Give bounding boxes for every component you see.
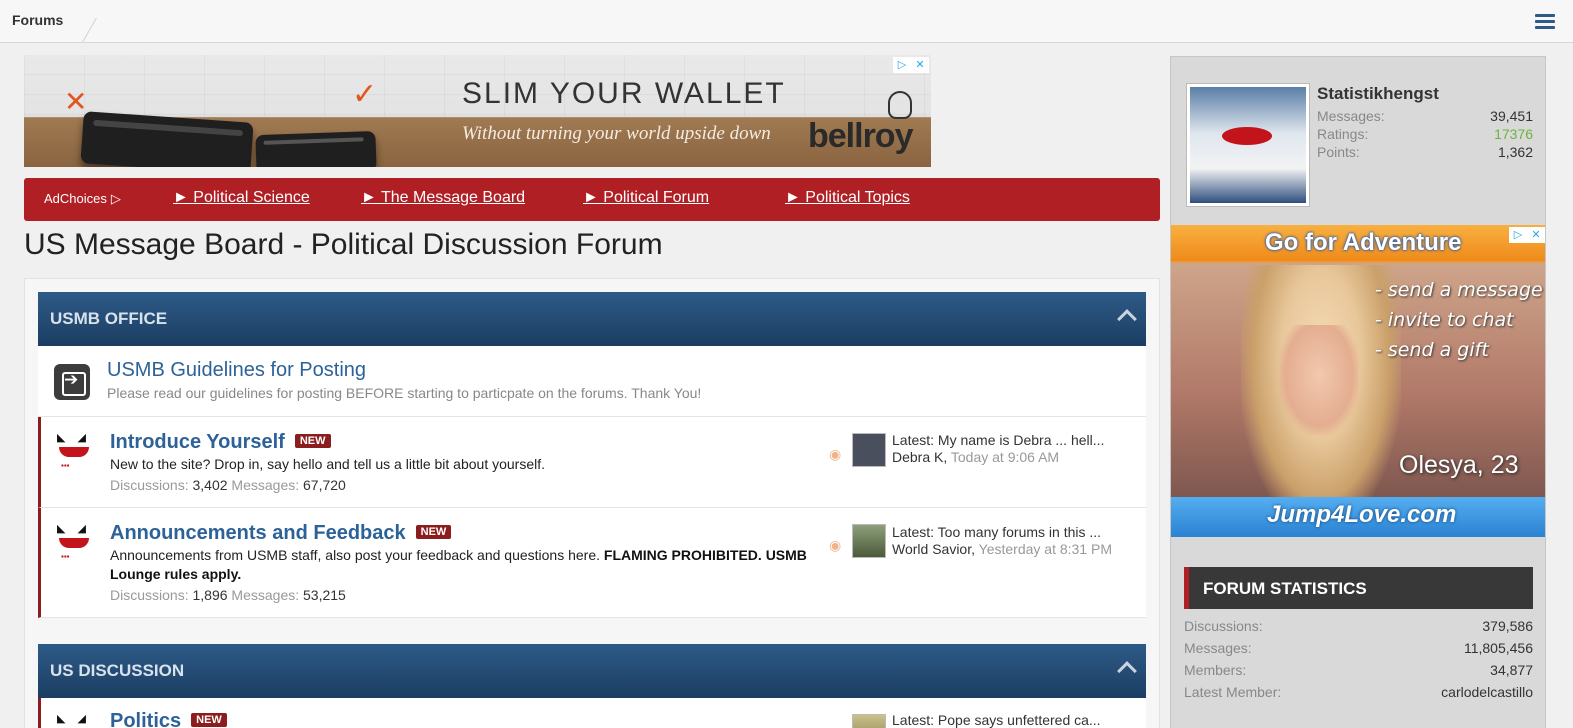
ad-site-name: Jump4Love.com (1267, 501, 1457, 528)
link-bar: AdChoices ▷ ► Political Science ► The Mes… (24, 178, 1160, 221)
new-badge: NEW (415, 525, 452, 539)
link-forum-icon (54, 364, 90, 400)
adchoices-icon: ▷ (110, 191, 121, 206)
user-name[interactable]: Statistikhengst (1317, 84, 1439, 104)
hamburger-menu-icon[interactable] (1535, 14, 1555, 30)
user-stat-ratings: Ratings: 17376 (1317, 126, 1533, 142)
nav-link-political-topics[interactable]: ► Political Topics (785, 189, 910, 207)
stat-messages: Messages: 11,805,456 (1184, 640, 1533, 656)
forum-description: Announcements from USMB staff, also post… (110, 547, 807, 582)
sidebar-ad[interactable]: Go for Adventure - send a message - invi… (1171, 225, 1545, 537)
ad-brand-logo: bellroy (808, 117, 913, 155)
nav-link-message-board[interactable]: ► The Message Board (361, 189, 525, 207)
ad-line: - send a message (1375, 279, 1543, 301)
new-badge: NEW (294, 434, 331, 448)
breadcrumb-separator (69, 18, 97, 42)
joker-forum-icon: ◣◢ ▪▪▪ (57, 432, 98, 470)
ad-line: - invite to chat (1375, 309, 1514, 331)
stat-latest-member: Latest Member: carlodelcastillo (1184, 684, 1533, 700)
latest-poster-avatar[interactable] (852, 714, 886, 728)
ad-profile-name: Olesya, 23 (1399, 451, 1519, 479)
forum-description: New to the site? Drop in, say hello and … (110, 456, 546, 472)
thick-wallet-image (80, 111, 254, 167)
forum-description: Please read our guidelines for posting B… (107, 385, 702, 401)
adchoices-flag[interactable]: ▷ ✕ (893, 57, 929, 73)
forum-statistics-header: FORUM STATISTICS (1184, 567, 1533, 609)
sidebar: Statistikhengst Messages: 39,451 Ratings:… (1170, 56, 1546, 728)
forum-row-guidelines: USMB Guidelines for Posting Please read … (38, 346, 1146, 417)
ad-model-face (1279, 325, 1359, 435)
nav-link-political-science[interactable]: ► Political Science (173, 189, 310, 207)
forum-row-introduce-yourself: ◣◢ ▪▪▪ Introduce Yourself NEW New to the s… (38, 417, 1146, 508)
top-navigation-bar: Forums (0, 0, 1573, 43)
ad-headline: SLIM YOUR WALLET (462, 77, 786, 110)
forum-title-politics[interactable]: Politics NEW (110, 710, 227, 728)
nav-link-political-forum[interactable]: ► Political Forum (583, 189, 709, 207)
breadcrumb-forums[interactable]: Forums (12, 12, 63, 28)
cross-mark-icon: ✕ (64, 86, 88, 117)
latest-poster-avatar[interactable] (852, 433, 886, 467)
latest-post-title[interactable]: Latest: My name is Debra ... hell... (892, 432, 1104, 448)
page-title: US Message Board - Political Discussion … (24, 228, 663, 261)
forum-stats: Discussions: 3,402 Messages: 67,720 (110, 477, 346, 493)
rss-feed-icon[interactable]: ◉ (829, 538, 843, 552)
joker-forum-icon: ◣◢ ▪▪▪ (57, 523, 98, 561)
forum-row-announcements: ◣◢ ▪▪▪ Announcements and Feedback NEW Anno… (38, 508, 1146, 618)
adchoices-play-icon: ▷ (1513, 229, 1523, 241)
latest-post-time: Yesterday at 8:31 PM (978, 541, 1112, 557)
ad-close-icon[interactable]: ✕ (1527, 227, 1545, 243)
adchoices-play-icon: ▷ (897, 59, 907, 71)
latest-post-meta: World Savior, Yesterday at 8:31 PM (892, 541, 1112, 557)
stat-discussions: Discussions: 379,586 (1184, 618, 1533, 634)
latest-member-link[interactable]: carlodelcastillo (1441, 684, 1533, 700)
latest-post-meta: Debra K, Today at 9:06 AM (892, 449, 1059, 465)
forum-title-introduce-yourself[interactable]: Introduce Yourself NEW (110, 431, 331, 454)
joker-forum-icon: ◣◢ (57, 713, 98, 725)
category-header-usmb-office[interactable]: USMB OFFICE (38, 292, 1146, 346)
ad-headline: Go for Adventure (1265, 229, 1462, 256)
slim-wallet-image (255, 130, 377, 167)
forum-title-guidelines[interactable]: USMB Guidelines for Posting (107, 359, 366, 382)
category-header-us-discussion[interactable]: US DISCUSSION (38, 644, 1146, 698)
forum-stats: Discussions: 1,896 Messages: 53,215 (110, 587, 346, 603)
ad-line: - send a gift (1375, 339, 1489, 361)
adchoices-link[interactable]: AdChoices ▷ (44, 191, 121, 207)
latest-poster-name[interactable]: World Savior, (892, 541, 975, 557)
adchoices-flag[interactable]: ▷ ✕ (1509, 227, 1545, 243)
owl-logo-icon (888, 91, 912, 119)
category-title[interactable]: US DISCUSSION (50, 661, 184, 681)
check-mark-icon: ✓ (352, 78, 378, 111)
stat-members: Members: 34,877 (1184, 662, 1533, 678)
ad-subline: Without turning your world upside down (462, 123, 771, 144)
collapse-chevron-icon[interactable] (1117, 309, 1137, 329)
new-badge: NEW (191, 713, 227, 727)
user-stat-points: Points: 1,362 (1317, 144, 1533, 160)
banner-ad[interactable]: ✕ ✓ SLIM YOUR WALLET Without turning you… (24, 55, 931, 167)
ad-close-icon[interactable]: ✕ (911, 57, 929, 73)
forum-title-announcements[interactable]: Announcements and Feedback NEW (110, 522, 452, 545)
latest-post-title[interactable]: Latest: Too many forums in this ... (892, 524, 1101, 540)
latest-post-time: Today at 9:06 AM (950, 449, 1060, 465)
forum-row-politics: ◣◢ Politics NEW Latest: Pope says unfette… (38, 698, 1146, 728)
user-stat-messages: Messages: 39,451 (1317, 108, 1533, 124)
user-avatar[interactable] (1186, 83, 1310, 207)
latest-poster-name[interactable]: Debra K, (892, 449, 947, 465)
category-title[interactable]: USMB OFFICE (50, 309, 167, 329)
latest-poster-avatar[interactable] (852, 524, 886, 558)
collapse-chevron-icon[interactable] (1117, 661, 1137, 681)
rss-feed-icon[interactable]: ◉ (829, 447, 843, 461)
latest-post-title[interactable]: Latest: Pope says unfettered ca... (892, 712, 1101, 728)
